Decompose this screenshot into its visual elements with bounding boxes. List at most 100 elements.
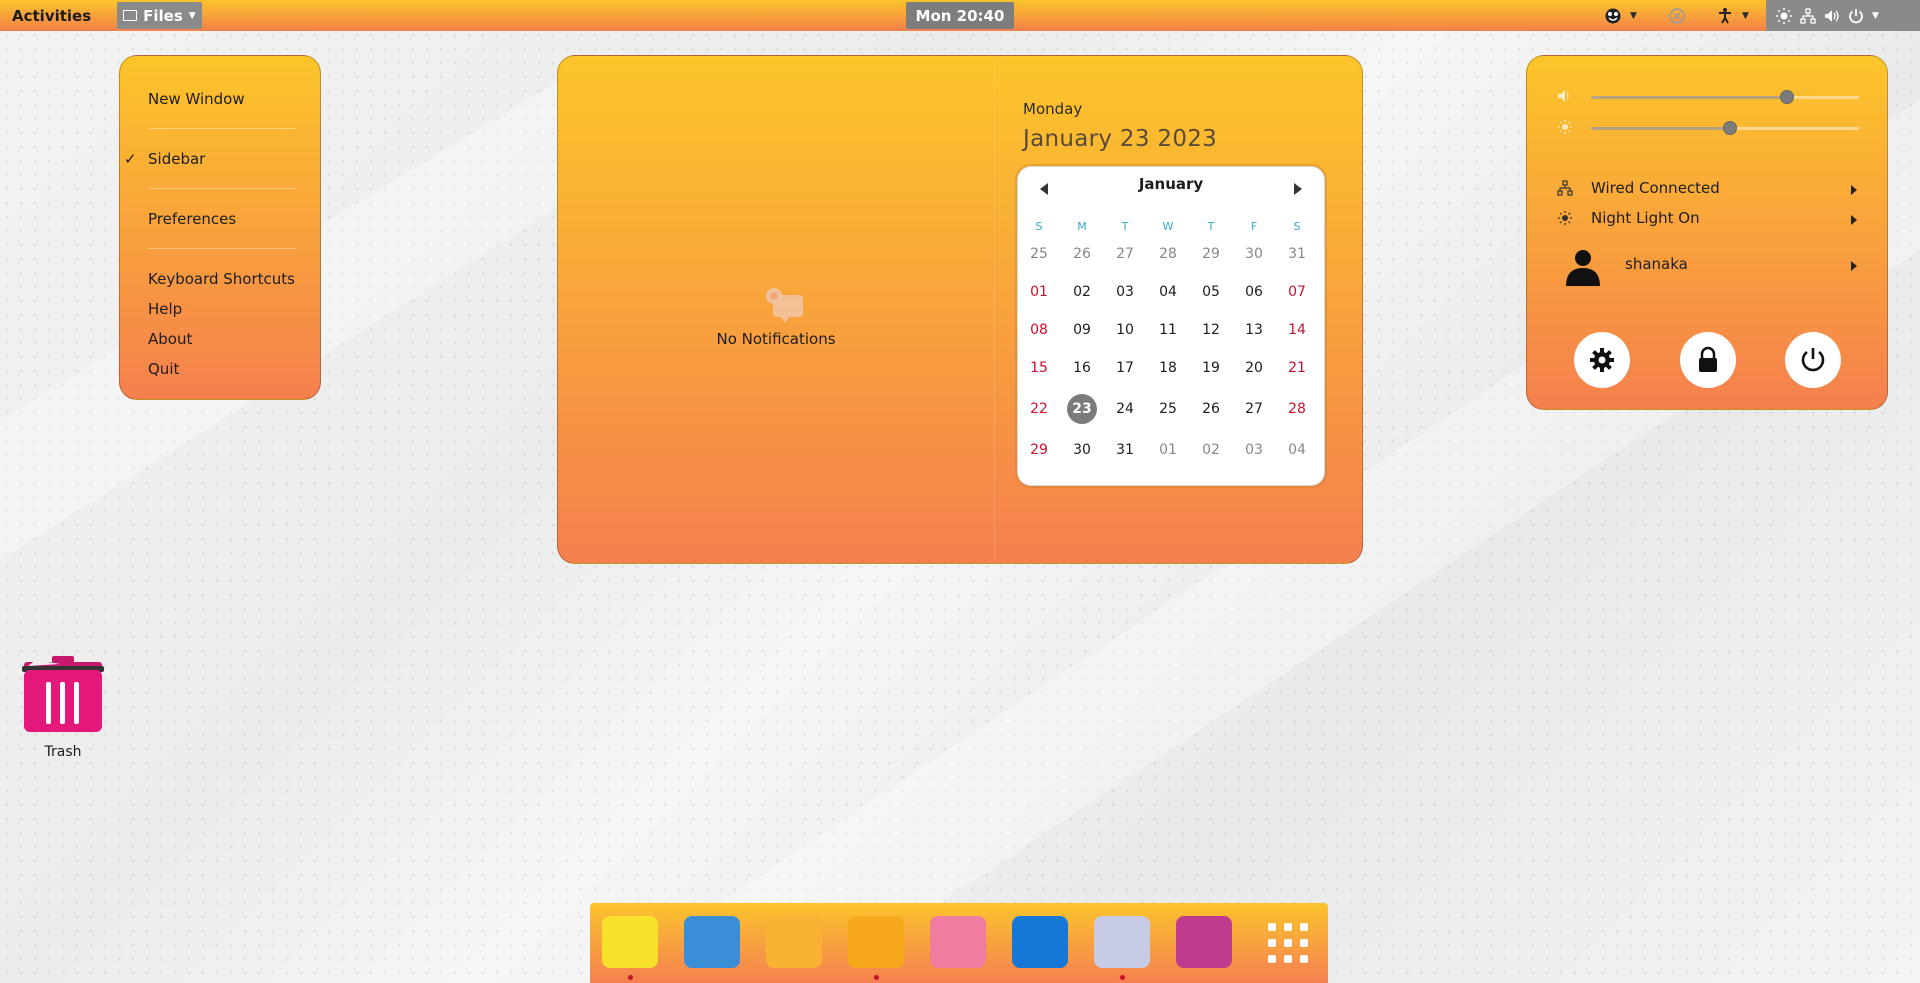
volume-slider[interactable] [1591,90,1859,104]
chevron-down-icon: ▼ [1630,10,1637,21]
mixer-app-icon[interactable] [602,916,658,968]
app-grid-dot [1300,939,1308,947]
activities-button[interactable]: Activities [0,0,103,31]
calendar-day[interactable]: 22 [1024,394,1054,424]
trash-label: Trash [44,744,82,760]
calendar-day[interactable]: 31 [1110,435,1140,465]
calendar-day[interactable]: 12 [1196,315,1226,345]
calendar-day[interactable]: 08 [1024,315,1054,345]
calendar-day[interactable]: 16 [1067,353,1097,383]
tweaks-app-icon[interactable] [930,916,986,968]
lock-button[interactable] [1680,332,1736,388]
app-grid-dot [1284,955,1292,963]
pane-divider [994,56,995,565]
no-notifications-icon [766,288,803,323]
clock-button[interactable]: Mon 20:40 [906,2,1014,29]
calendar-day[interactable]: 31 [1282,239,1312,269]
text-editor-app-icon[interactable] [1094,916,1150,968]
calendar-day[interactable]: 03 [1239,435,1269,465]
menu-item-about[interactable]: About [148,330,192,348]
night-light-row[interactable]: Night Light On [1527,203,1889,233]
calendar-day[interactable]: 04 [1282,435,1312,465]
calendar-day[interactable]: 05 [1196,277,1226,307]
calendar-day[interactable]: 29 [1196,239,1226,269]
volume-slider-handle[interactable] [1779,90,1794,104]
word-app-icon[interactable] [1012,916,1068,968]
weekday-label: S [1035,220,1043,233]
calendar-day[interactable]: 28 [1153,239,1183,269]
menu-item-help[interactable]: Help [148,300,182,318]
menu-item-preferences[interactable]: Preferences [148,210,236,228]
calendar-day[interactable]: 02 [1067,277,1097,307]
tray-status[interactable] [1668,0,1686,31]
app-grid-icon[interactable] [1268,923,1312,963]
volume-slider-fill [1591,96,1787,99]
wired-connection-row[interactable]: Wired Connected [1527,173,1889,203]
calendar-day[interactable]: 06 [1239,277,1269,307]
user-row[interactable]: shanaka [1527,243,1889,289]
calendar-day[interactable]: 26 [1067,239,1097,269]
calendar-day[interactable]: 01 [1153,435,1183,465]
calendar-day[interactable]: 15 [1024,353,1054,383]
calendar-day[interactable]: 30 [1239,239,1269,269]
calendar-day[interactable]: 28 [1282,394,1312,424]
menu-separator [148,248,296,249]
lock-icon [1699,346,1717,372]
calendar-day[interactable]: 27 [1110,239,1140,269]
calendar-day[interactable]: 02 [1196,435,1226,465]
calendar-day[interactable]: 25 [1153,394,1183,424]
calendar-day[interactable]: 27 [1239,394,1269,424]
calendar-day[interactable]: 19 [1196,353,1226,383]
chevron-right-icon [1851,261,1857,271]
calendar-day[interactable]: 07 [1282,277,1312,307]
calendar-day[interactable]: 04 [1153,277,1183,307]
running-indicator [628,975,633,980]
power-off-button[interactable] [1785,332,1841,388]
menu-item-keyboard-shortcuts[interactable]: Keyboard Shortcuts [148,270,295,288]
weekday-label: S [1293,220,1301,233]
network-wired-icon [1800,7,1816,24]
calendar-day[interactable]: 25 [1024,239,1054,269]
menu-separator [148,188,296,189]
night-light-label: Night Light On [1591,209,1700,227]
next-month-button[interactable] [1294,183,1302,195]
calendar-day[interactable]: 20 [1239,353,1269,383]
calendar-day[interactable]: 21 [1282,353,1312,383]
calendar-day[interactable]: 29 [1024,435,1054,465]
tray-extension[interactable]: ▼ [1604,0,1637,31]
calendar-day[interactable]: 09 [1067,315,1097,345]
app-menu-button[interactable]: Files ▼ [117,2,202,29]
calendar-day[interactable]: 14 [1282,315,1312,345]
notification-list: No Notifications [558,56,994,565]
calendar-day[interactable]: 01 [1024,277,1054,307]
brightness-slider[interactable] [1591,121,1859,135]
accessibility-menu[interactable]: ▼ [1716,0,1749,31]
calendar-day[interactable]: 17 [1110,353,1140,383]
weekday-label: T [1207,220,1215,233]
thunderbird-app-icon[interactable] [684,916,740,968]
calendar-day[interactable]: 24 [1110,394,1140,424]
calendar-day[interactable]: 30 [1067,435,1097,465]
app-grid-dot [1300,955,1308,963]
menu-item-new-window[interactable]: New Window [148,90,245,108]
calendar-day[interactable]: 13 [1239,315,1269,345]
calendar-day[interactable]: 26 [1196,394,1226,424]
app-menu-label: Files [143,6,183,25]
calendar-day[interactable]: 03 [1110,277,1140,307]
screenshot-app-icon[interactable] [1176,916,1232,968]
menu-item-quit[interactable]: Quit [148,360,179,378]
calendar-day[interactable]: 18 [1153,353,1183,383]
full-date[interactable]: January 23 2023 [1023,126,1217,152]
menu-item-sidebar[interactable]: ✓ Sidebar [124,150,205,168]
night-light-icon [1776,7,1792,24]
volume-icon [1825,9,1839,22]
brightness-slider-handle[interactable] [1723,121,1738,135]
calendar-day[interactable]: 10 [1110,315,1140,345]
settings-button[interactable] [1574,332,1630,388]
calendar-day[interactable]: 23 [1067,394,1097,424]
calendar-day[interactable]: 11 [1153,315,1183,345]
trash-desktop-icon[interactable]: Trash [20,652,106,762]
files-app-icon[interactable] [848,916,904,968]
mail-app-icon[interactable] [766,916,822,968]
system-menu-button[interactable]: ▼ [1766,0,1920,31]
